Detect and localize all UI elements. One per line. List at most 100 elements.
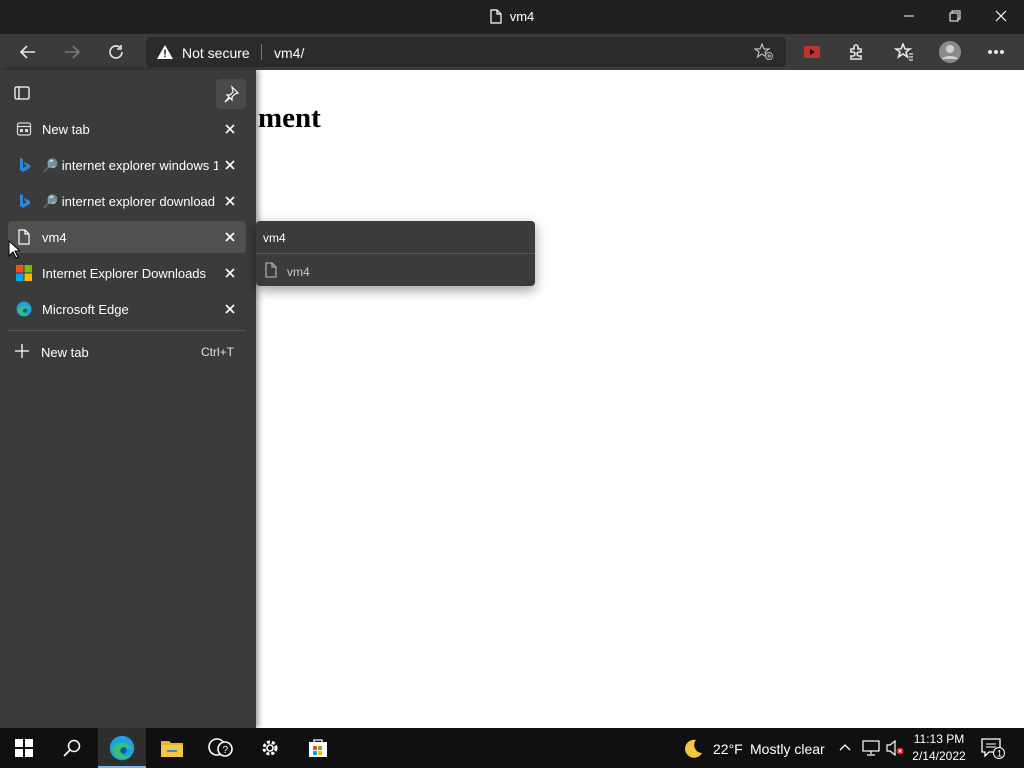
taskbar-file-explorer[interactable] (148, 728, 196, 768)
arrow-right-icon (65, 45, 81, 59)
feedback-icon: ? (208, 738, 233, 757)
weather-temperature[interactable]: 22°F (713, 741, 743, 757)
refresh-button[interactable] (100, 36, 132, 68)
taskbar-settings[interactable] (246, 728, 294, 768)
new-tab-button[interactable]: New tab Ctrl+T (8, 336, 246, 368)
puzzle-icon (850, 44, 862, 60)
address-separator (261, 44, 262, 60)
start-button[interactable] (0, 728, 48, 768)
warning-icon[interactable] (156, 44, 174, 63)
search-icon (63, 739, 81, 757)
hover-card-url: vm4 (287, 265, 310, 279)
page-heading: ment (258, 102, 321, 134)
microsoft-logo-icon (16, 265, 32, 281)
search-button[interactable] (48, 728, 96, 768)
settings-more-button[interactable] (980, 36, 1012, 68)
close-icon (225, 124, 235, 134)
tab-hover-card: vm4 vm4 (256, 221, 535, 286)
close-window-button[interactable] (978, 0, 1024, 32)
window-title-text: vm4 (509, 9, 535, 24)
store-icon (309, 739, 327, 757)
close-tab-button[interactable] (222, 301, 238, 317)
edge-icon (16, 301, 32, 317)
youtube-extension-icon (804, 46, 820, 58)
more-icon (987, 50, 1005, 55)
svg-text:?: ? (223, 745, 229, 756)
document-icon (490, 9, 502, 27)
forward-button[interactable] (56, 36, 88, 68)
new-tab-shortcut: Ctrl+T (201, 345, 234, 359)
tab-bing-search-2[interactable]: 🔎 internet explorer download - (8, 185, 246, 217)
browser-toolbar: Not secure vm4/ (0, 34, 1024, 70)
extension-youtube-button[interactable] (796, 36, 828, 68)
extensions-button[interactable] (840, 36, 872, 68)
close-tab-button[interactable] (222, 229, 238, 245)
tab-label: 🔎 internet explorer windows 10 (42, 158, 218, 173)
close-tab-button[interactable] (222, 193, 238, 209)
chevron-up-icon[interactable] (838, 740, 852, 757)
bing-icon (16, 157, 32, 173)
close-icon (225, 268, 235, 278)
weather-description[interactable]: Mostly clear (750, 741, 825, 757)
restore-button[interactable] (932, 0, 978, 32)
gear-icon (262, 740, 278, 756)
taskbar-edge[interactable] (98, 728, 146, 768)
web-page: ment (256, 70, 1024, 728)
windows-taskbar: ? 22°F Mostly clear 11:13 PM 2/14/2022 1 (0, 728, 1024, 768)
close-icon (225, 304, 235, 314)
favorites-button[interactable] (888, 36, 920, 68)
plus-icon (14, 343, 30, 362)
tab-vm4[interactable]: vm4 (8, 221, 246, 253)
arrow-left-icon (19, 45, 35, 59)
tab-ie-downloads[interactable]: Internet Explorer Downloads (8, 257, 246, 289)
favorites-star-icon (894, 43, 913, 61)
tab-label: 🔎 internet explorer download - (42, 194, 218, 209)
refresh-icon (109, 45, 123, 59)
add-favorite-icon[interactable] (753, 42, 774, 64)
title-bar: vm4 (0, 0, 1024, 34)
tab-microsoft-edge[interactable]: Microsoft Edge (8, 293, 246, 325)
moon-icon[interactable] (682, 738, 704, 763)
edge-icon (109, 735, 135, 761)
pin-icon (224, 85, 240, 103)
hover-card-divider (256, 253, 535, 254)
tabs-divider (8, 330, 246, 331)
volume-muted-icon[interactable] (886, 739, 904, 759)
address-bar[interactable]: Not secure vm4/ (146, 37, 786, 67)
url-text[interactable]: vm4/ (274, 45, 304, 61)
back-button[interactable] (12, 36, 44, 68)
close-icon (225, 196, 235, 206)
close-tab-button[interactable] (222, 121, 238, 137)
network-icon[interactable] (862, 740, 880, 759)
vertical-tabs-pane: New tab 🔎 internet explorer windows 10 🔎… (0, 70, 256, 728)
avatar-icon (939, 41, 961, 63)
mouse-cursor-icon (8, 239, 22, 263)
tab-actions-icon[interactable] (14, 86, 30, 103)
document-icon (264, 262, 278, 281)
new-tab-label: New tab (41, 345, 89, 360)
minimize-button[interactable] (886, 0, 932, 32)
tab-label: Microsoft Edge (42, 302, 129, 317)
tab-new-tab[interactable]: New tab (8, 113, 246, 145)
window-title: vm4 (0, 9, 1024, 27)
close-icon (225, 232, 235, 242)
notification-count: 1 (997, 749, 1002, 759)
bing-icon (16, 193, 32, 209)
taskbar-feedback-hub[interactable]: ? (196, 728, 244, 768)
clock-date[interactable]: 2/14/2022 (910, 749, 968, 763)
security-label[interactable]: Not secure (182, 45, 250, 61)
tab-label: Internet Explorer Downloads (42, 266, 207, 281)
tab-label: vm4 (42, 230, 67, 245)
close-tab-button[interactable] (222, 157, 238, 173)
windows-logo-icon (15, 739, 33, 757)
taskbar-store[interactable] (294, 728, 342, 768)
clock-time[interactable]: 11:13 PM (912, 732, 966, 746)
hover-card-title: vm4 (263, 231, 286, 245)
profile-button[interactable] (934, 36, 966, 68)
notification-center-button[interactable]: 1 (980, 736, 1006, 763)
tab-label: New tab (42, 122, 90, 137)
pin-pane-button[interactable] (216, 79, 246, 109)
tab-bing-search-1[interactable]: 🔎 internet explorer windows 10 (8, 149, 246, 181)
close-tab-button[interactable] (222, 265, 238, 281)
folder-icon (161, 741, 183, 757)
